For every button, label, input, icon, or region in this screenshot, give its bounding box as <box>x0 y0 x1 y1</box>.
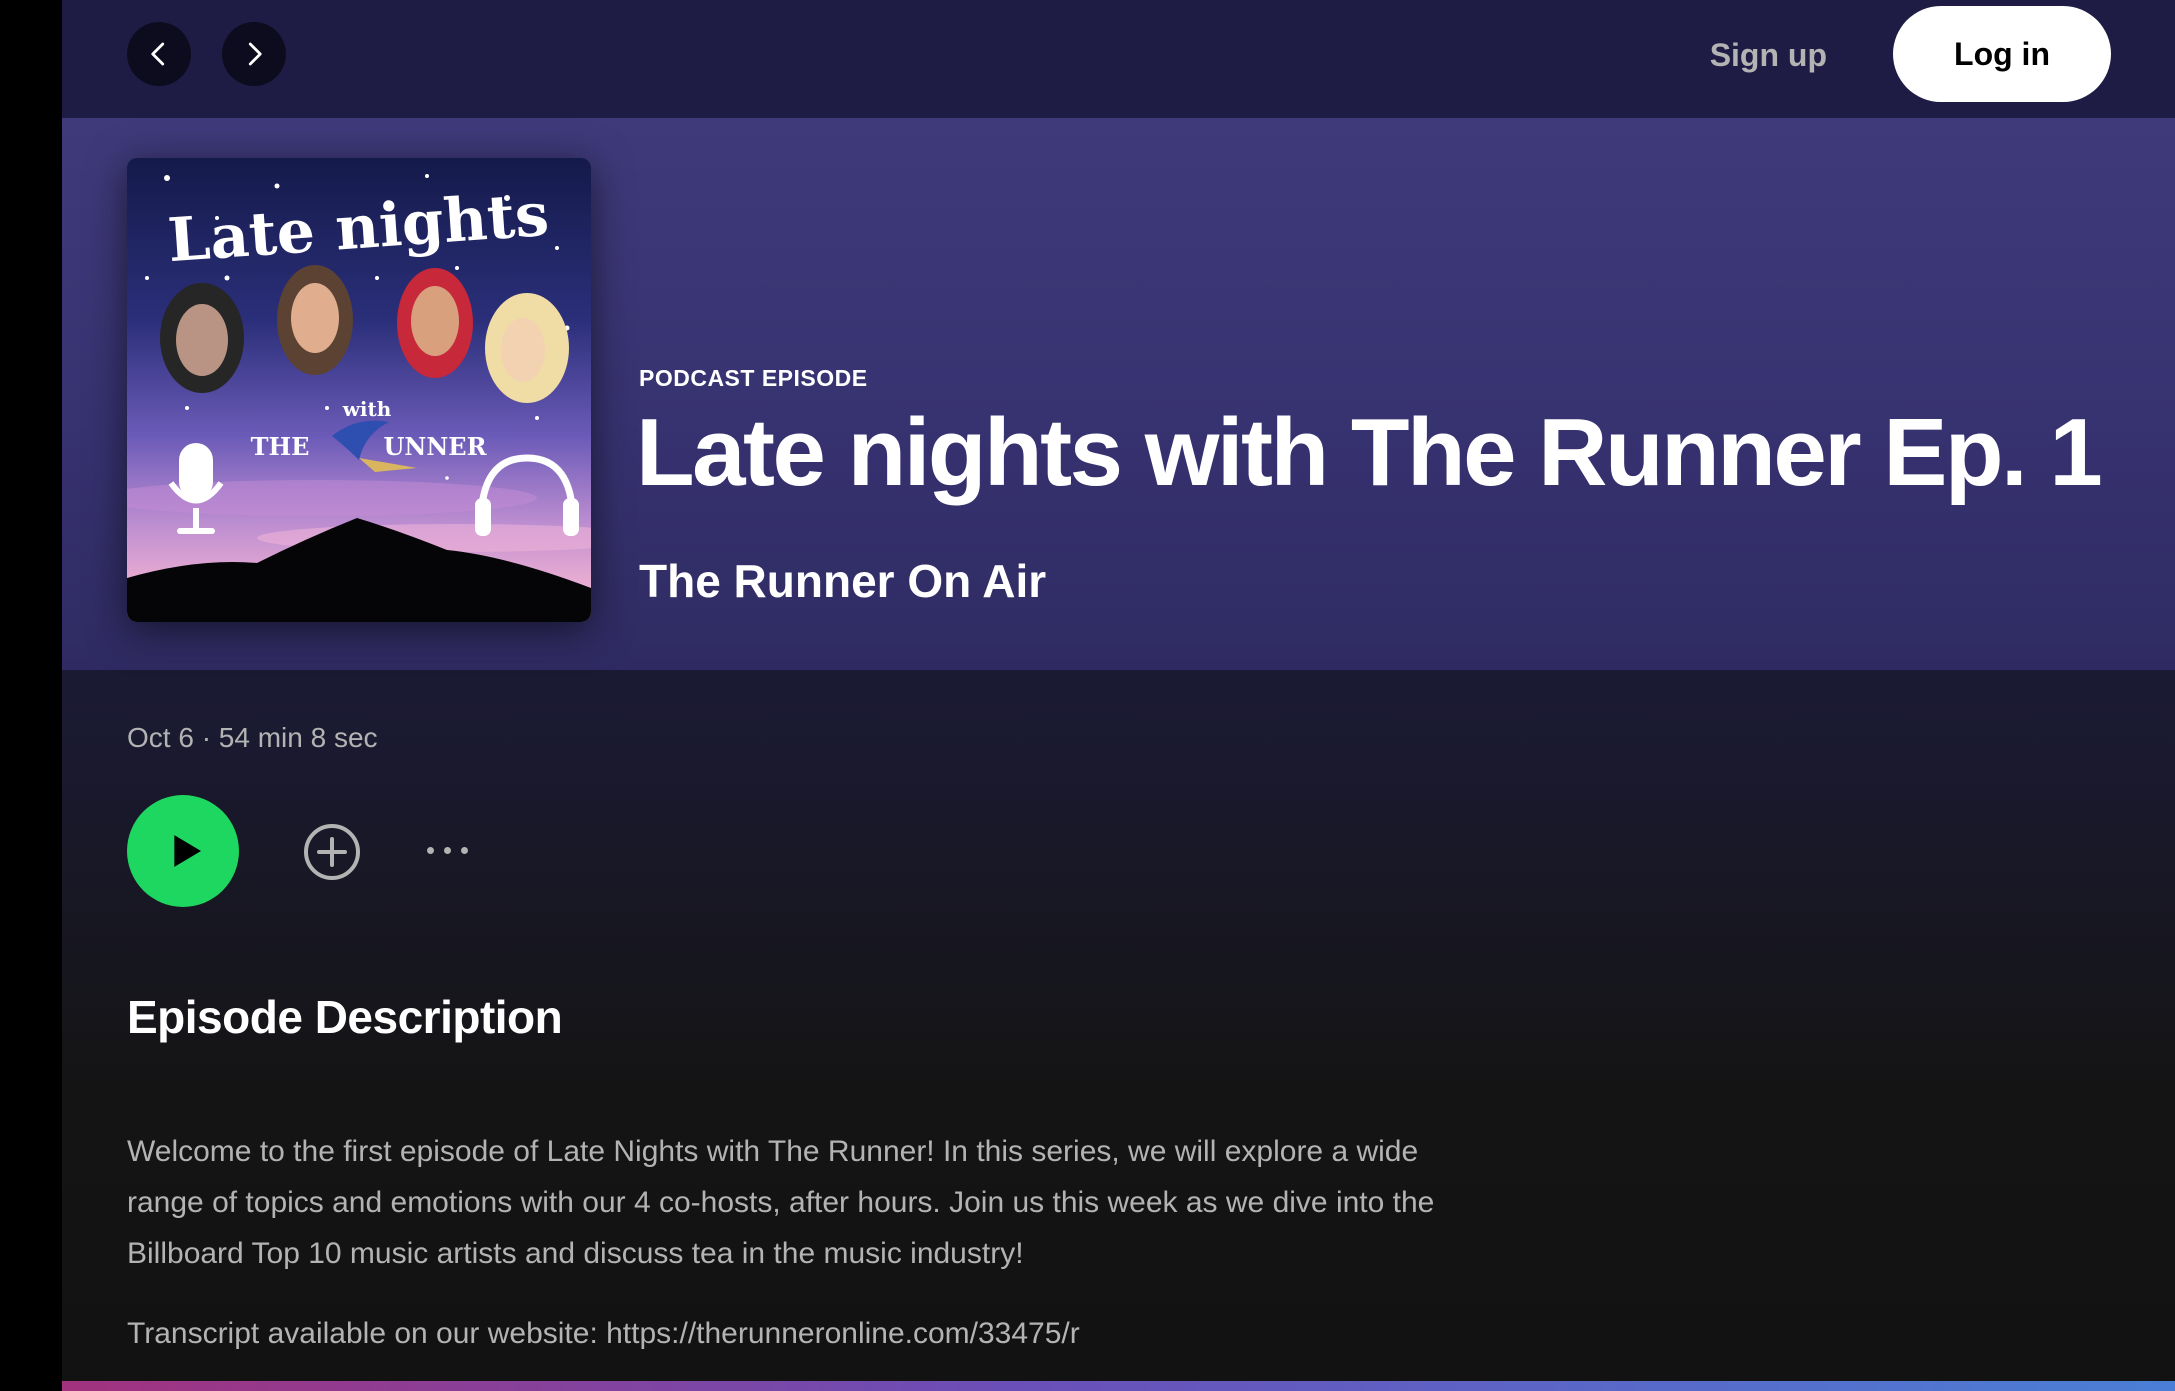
description-text: Welcome to the first episode of Late Nig… <box>127 1135 1435 1270</box>
more-icon-dot <box>460 846 468 854</box>
svg-text:with: with <box>342 397 392 421</box>
forward-button[interactable] <box>222 22 286 86</box>
back-button[interactable] <box>127 22 191 86</box>
episode-cover-art: Late nights with THE UNNER <box>127 158 591 622</box>
episode-header: Late nights with THE UNNER PODCAST EPISO… <box>62 118 2175 670</box>
sign-up-button[interactable]: Sign up <box>1710 30 1827 80</box>
top-bar: Sign up Log in <box>62 0 2175 118</box>
svg-text:THE: THE <box>251 432 310 461</box>
play-icon <box>174 835 201 867</box>
transcript-text: Transcript available on our website: htt… <box>127 1317 1080 1350</box>
main-view: Sign up Log in Late nights with THE UNNE… <box>62 0 2175 1381</box>
log-in-button[interactable]: Log in <box>1893 6 2111 102</box>
add-circle-icon <box>304 824 360 880</box>
left-rail <box>0 0 62 1391</box>
add-to-library-button[interactable] <box>302 822 362 882</box>
episode-meta: Oct 6 · 54 min 8 sec <box>127 722 378 753</box>
more-options-button[interactable] <box>417 835 477 865</box>
show-name-link[interactable]: The Runner On Air <box>639 554 1046 608</box>
svg-text:UNNER: UNNER <box>383 432 487 461</box>
description-heading: Episode Description <box>127 991 563 1043</box>
more-icon <box>426 846 434 854</box>
play-button[interactable] <box>127 795 239 907</box>
episode-title: Late nights with The Runner Ep. 1 <box>636 399 2103 506</box>
episode-type-label: PODCAST EPISODE <box>639 365 868 391</box>
chevron-left-icon <box>151 42 165 66</box>
bottom-banner-strip <box>62 1381 2175 1391</box>
chevron-right-icon <box>248 42 262 66</box>
more-icon-dot <box>443 846 451 854</box>
